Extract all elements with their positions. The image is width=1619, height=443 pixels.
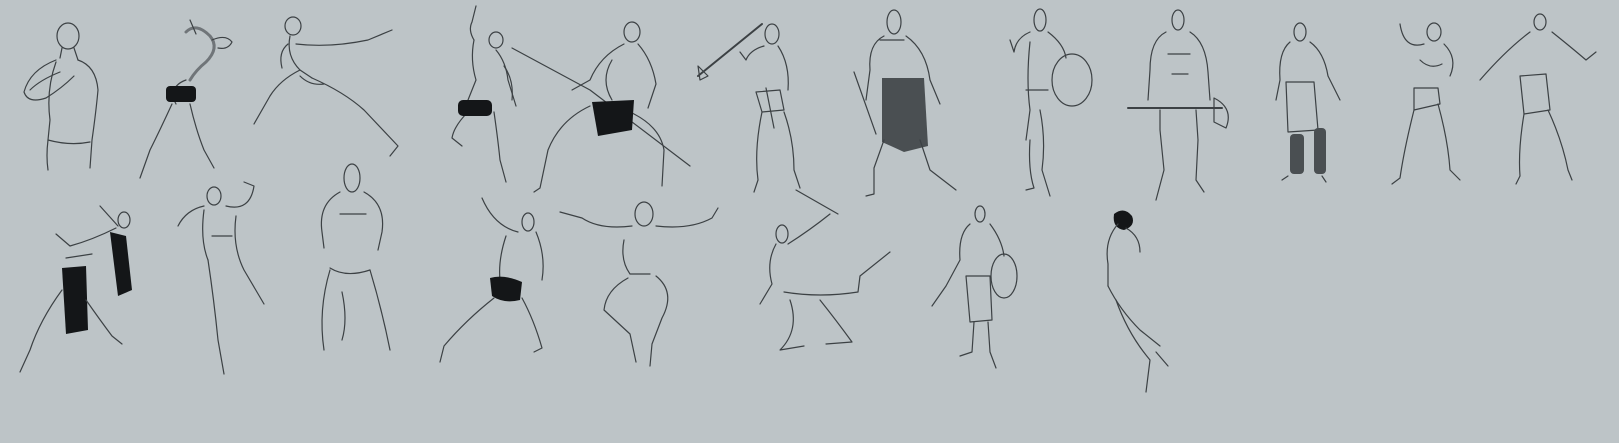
canvas-background xyxy=(0,0,1619,443)
gesture-sketch-sheet xyxy=(0,0,1619,443)
sketch-canvas xyxy=(0,0,1619,443)
